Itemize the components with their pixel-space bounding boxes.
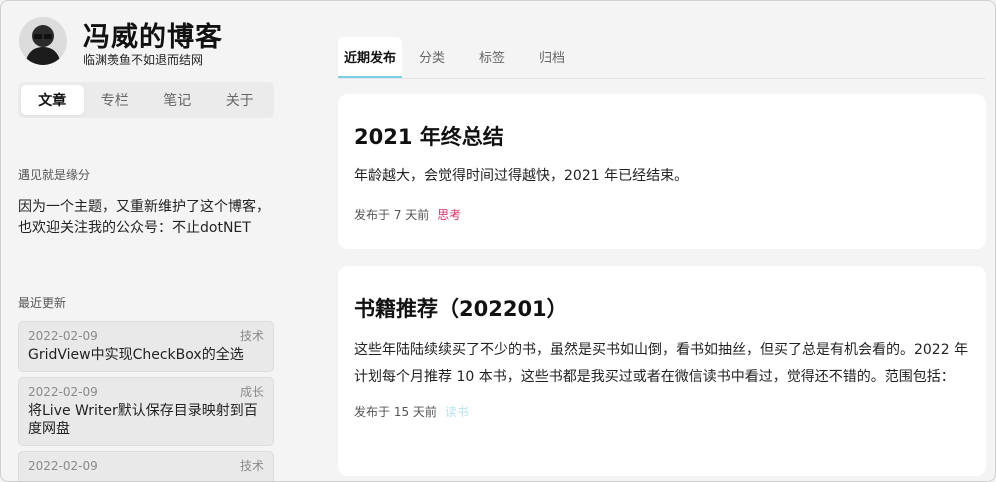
post-tag[interactable]: 思考 [437,206,461,223]
post-title[interactable]: 2021 年终总结 [354,121,970,151]
tab-categories[interactable]: 分类 [402,37,462,78]
blog-subtitle: 临渊羡鱼不如退而结网 [83,53,204,67]
post-excerpt: 年龄越大，会觉得时间过得越快，2021 年已经结束。 [354,168,689,184]
post-card: 2021 年终总结 年龄越大，会觉得时间过得越快，2021 年已经结束。 发布于… [338,94,986,249]
blog-title[interactable]: 冯威的博客 [83,15,223,54]
post-tag[interactable]: 读书 [445,403,469,420]
sidebar-tab-columns[interactable]: 专栏 [84,85,147,115]
app-window: 冯威的博客 临渊羡鱼不如退而结网 文章 专栏 笔记 关于 遇见就是缘分 因为一个… [0,0,996,482]
recent-date: 2022-02-09 [28,329,98,343]
recent-title[interactable]: 将Live Writer默认保存目录映射到百度网盘 [28,402,264,438]
tab-recent[interactable]: 近期发布 [338,37,402,78]
sidebar-tab-notes[interactable]: 笔记 [146,85,209,115]
post-published: 发布于 15 天前 [354,405,437,419]
recent-title[interactable]: GridView中实现CheckBox的全选 [28,346,264,364]
main-tabs: 近期发布 分类 标签 归档 [338,37,986,79]
tab-archive[interactable]: 归档 [522,37,582,78]
sidebar: 冯威的博客 临渊羡鱼不如退而结网 文章 专栏 笔记 关于 遇见就是缘分 因为一个… [1,1,291,481]
sidebar-tabs: 文章 专栏 笔记 关于 [18,82,274,118]
avatar[interactable] [19,17,67,65]
post-card: 书籍推荐（202201） 这些年陆陆续续买了不少的书，虽然是买书如山倒，看书如抽… [338,266,986,476]
intro-heading: 遇见就是缘分 [18,168,91,182]
recent-item[interactable]: 2022-02-09 技术 [18,451,274,481]
recent-date: 2022-02-09 [28,459,98,473]
tab-tags[interactable]: 标签 [462,37,522,78]
recent-list: 2022-02-09 技术 GridView中实现CheckBox的全选 202… [18,321,274,481]
recent-category: 技术 [239,329,264,343]
recent-category: 成长 [239,385,264,399]
recent-heading: 最近更新 [18,296,67,310]
post-excerpt: 这些年陆陆续续买了不少的书，虽然是买书如山倒，看书如抽丝，但买了总是有机会看的。… [354,342,969,385]
recent-date: 2022-02-09 [28,385,98,399]
recent-item[interactable]: 2022-02-09 技术 GridView中实现CheckBox的全选 [18,321,274,372]
recent-item[interactable]: 2022-02-09 成长 将Live Writer默认保存目录映射到百度网盘 [18,377,274,446]
recent-category: 技术 [239,459,264,473]
post-title[interactable]: 书籍推荐（202201） [354,293,970,323]
sidebar-tab-about[interactable]: 关于 [209,85,272,115]
intro-text: 因为一个主题，又重新维护了这个博客，也欢迎关注我的公众号：不止dotNET [18,199,270,236]
sidebar-tab-articles[interactable]: 文章 [21,85,84,115]
post-published: 发布于 7 天前 [354,208,430,222]
